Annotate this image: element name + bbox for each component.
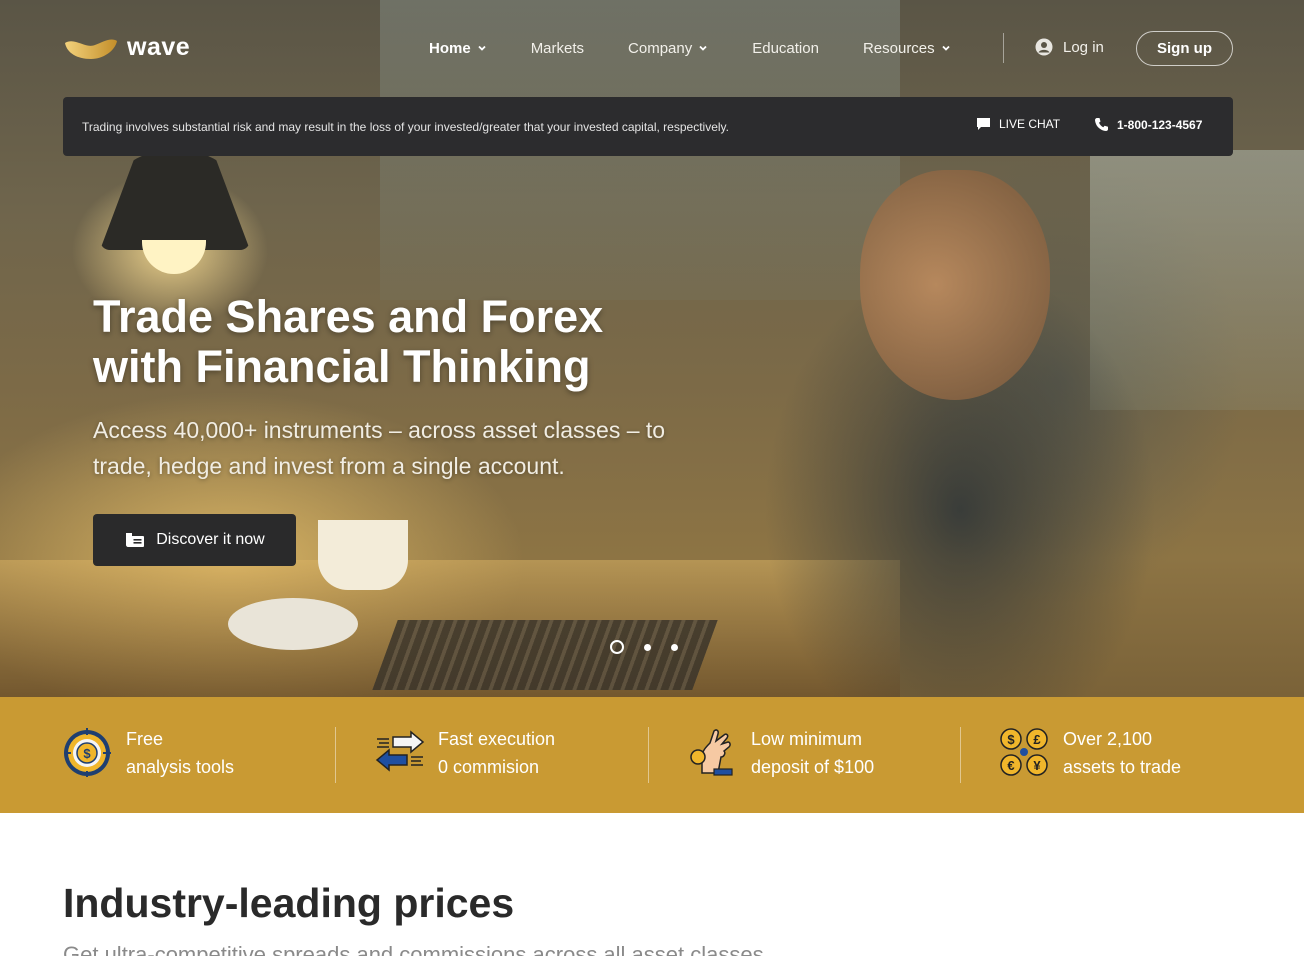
section-title: Industry-leading prices <box>63 880 514 927</box>
slider-dot-1[interactable] <box>610 640 624 654</box>
chevron-down-icon <box>478 45 486 51</box>
hero-subline-line1: Access 40,000+ instruments – across asse… <box>93 417 666 443</box>
signup-button[interactable]: Sign up <box>1136 31 1233 66</box>
nav-item-company[interactable]: Company <box>628 38 708 58</box>
nav-item-label: Company <box>628 39 693 57</box>
feature-assets: $ £ € ¥ Over 2,100 assets to trade <box>1000 727 1181 781</box>
hero-bg-head <box>860 170 1050 400</box>
section-title-pre: Industry- <box>63 880 239 926</box>
currency-coins-icon: $ £ € ¥ <box>1000 728 1048 776</box>
phone-link[interactable]: 1-800-123-4567 <box>1094 117 1202 132</box>
logo-text: wave <box>127 33 191 61</box>
arrows-exchange-icon <box>375 730 425 772</box>
hand-coin-icon <box>690 729 733 776</box>
svg-text:£: £ <box>1033 732 1041 747</box>
user-icon <box>1035 38 1053 56</box>
nav-item-education[interactable]: Education <box>752 38 819 58</box>
hero-subline: Access 40,000+ instruments – across asse… <box>93 412 733 484</box>
login-link[interactable]: Log in <box>1035 38 1104 56</box>
feature-line1: Free <box>126 729 164 749</box>
features-bar: $ Free analysis tools Fast execution 0 c… <box>0 697 1304 813</box>
live-chat-label: LIVE CHAT <box>999 117 1061 131</box>
hero-bg-cup <box>318 520 408 590</box>
scroll-paper-icon <box>126 533 145 547</box>
slider-dots <box>610 640 678 654</box>
svg-text:$: $ <box>1007 732 1015 747</box>
nav-item-label: Markets <box>530 39 585 57</box>
hero-bg-mouse <box>228 598 358 650</box>
logo[interactable]: wave <box>63 33 190 62</box>
hero-headline-line1: Trade Shares and Forex <box>93 291 604 342</box>
section-title-post: prices <box>381 880 515 926</box>
nav-divider <box>1003 33 1004 63</box>
slider-dot-3[interactable] <box>671 643 678 651</box>
hero-bg-bulb <box>142 240 206 274</box>
feature-line1: Over 2,100 <box>1063 729 1153 749</box>
feature-line2: deposit of $100 <box>751 757 875 777</box>
chat-icon <box>977 118 990 130</box>
slider-dot-2[interactable] <box>644 643 651 651</box>
login-label: Log in <box>1063 38 1104 56</box>
chevron-down-icon <box>942 45 950 51</box>
feature-divider <box>648 727 649 783</box>
phone-icon <box>1095 118 1108 131</box>
hero-headline: Trade Shares and Forex with Financial Th… <box>93 292 713 392</box>
nav-item-resources[interactable]: Resources <box>863 38 951 58</box>
section-subtitle: Get ultra-competitive spreads and commis… <box>63 942 764 956</box>
chevron-down-icon <box>699 45 707 51</box>
svg-text:¥: ¥ <box>1033 758 1041 773</box>
nav-item-label: Home <box>429 39 471 57</box>
nav-item-label: Resources <box>862 39 935 57</box>
feature-analysis-tools: $ Free analysis tools <box>63 727 234 781</box>
discover-button-label: Discover it now <box>156 531 265 548</box>
section-title-highlight: leading <box>238 880 382 926</box>
feature-line1: Fast execution <box>438 729 556 749</box>
risk-warning-text: Trading involves substantial risk and ma… <box>82 119 729 134</box>
main-nav: Home Markets Company Education Resources <box>429 38 995 58</box>
feature-line2: analysis tools <box>126 757 235 777</box>
target-dollar-icon: $ <box>64 728 111 777</box>
live-chat-link[interactable]: LIVE CHAT <box>976 117 1060 131</box>
nav-item-markets[interactable]: Markets <box>531 38 584 58</box>
hero-bg-lamp <box>100 150 250 250</box>
feature-line2: 0 commision <box>438 757 540 777</box>
feature-divider <box>335 727 336 783</box>
hero-headline-line2: with Financial Thinking <box>93 341 591 392</box>
feature-divider <box>960 727 961 783</box>
phone-number: 1-800-123-4567 <box>1117 117 1203 132</box>
svg-text:$: $ <box>83 746 91 761</box>
hero-subline-line2: trade, hedge and invest from a single ac… <box>93 453 565 479</box>
nav-item-home[interactable]: Home <box>429 38 487 58</box>
feature-line1: Low minimum <box>751 729 863 749</box>
wave-logo-icon <box>65 39 117 59</box>
discover-button[interactable]: Discover it now <box>93 514 296 566</box>
svg-text:€: € <box>1007 758 1014 773</box>
site-header: wave Home Markets Company Education Reso… <box>0 0 1304 96</box>
risk-warning-bar: Trading involves substantial risk and ma… <box>63 97 1233 156</box>
nav-item-label: Education <box>752 39 819 57</box>
feature-low-deposit: Low minimum deposit of $100 <box>688 727 874 781</box>
feature-fast-execution: Fast execution 0 commision <box>375 727 555 781</box>
feature-line2: assets to trade <box>1063 757 1182 777</box>
